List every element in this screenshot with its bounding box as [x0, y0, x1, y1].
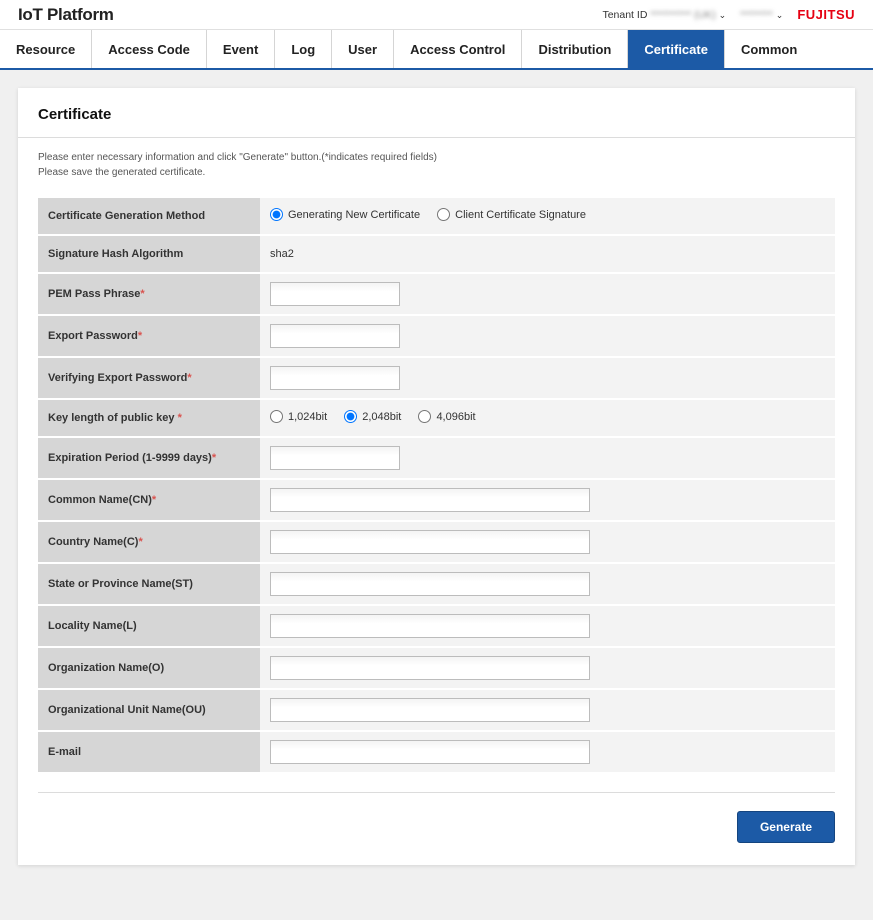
divider	[38, 792, 835, 793]
radio-key-4096[interactable]: 4,096bit	[418, 410, 475, 423]
tab-resource[interactable]: Resource	[0, 30, 92, 68]
label-l: Locality Name(L)	[38, 606, 260, 646]
radio-key-4096-input[interactable]	[418, 410, 431, 423]
tab-common[interactable]: Common	[725, 30, 813, 68]
tenant-value: ********** (UK)	[650, 9, 715, 21]
label-verify: Verifying Export Password	[48, 372, 187, 384]
main-tabs: Resource Access Code Event Log User Acce…	[0, 30, 873, 70]
app-logo: IoT Platform	[18, 5, 602, 25]
input-verify[interactable]	[270, 366, 400, 390]
chevron-down-icon: ⌄	[776, 10, 784, 20]
certificate-panel: Certificate Please enter necessary infor…	[18, 88, 855, 865]
input-st[interactable]	[270, 572, 590, 596]
value-hash: sha2	[260, 236, 835, 272]
radio-key-2048[interactable]: 2,048bit	[344, 410, 401, 423]
tab-event[interactable]: Event	[207, 30, 275, 68]
label-pem: PEM Pass Phrase	[48, 288, 140, 300]
label-o: Organization Name(O)	[38, 648, 260, 688]
label-email: E-mail	[38, 732, 260, 772]
input-ou[interactable]	[270, 698, 590, 722]
helper-text-1: Please enter necessary information and c…	[38, 150, 835, 165]
radio-method-new[interactable]: Generating New Certificate	[270, 208, 420, 221]
tab-certificate[interactable]: Certificate	[628, 30, 725, 68]
helper-text-2: Please save the generated certificate.	[38, 165, 835, 180]
input-expire[interactable]	[270, 446, 400, 470]
radio-key-1024[interactable]: 1,024bit	[270, 410, 327, 423]
label-ou: Organizational Unit Name(OU)	[38, 690, 260, 730]
chevron-down-icon: ⌄	[719, 10, 727, 20]
radio-key-1024-input[interactable]	[270, 410, 283, 423]
tab-access-control[interactable]: Access Control	[394, 30, 522, 68]
input-email[interactable]	[270, 740, 590, 764]
input-o[interactable]	[270, 656, 590, 680]
input-l[interactable]	[270, 614, 590, 638]
tab-access-code[interactable]: Access Code	[92, 30, 207, 68]
label-export: Export Password	[48, 330, 138, 342]
input-cn[interactable]	[270, 488, 590, 512]
radio-method-sig-input[interactable]	[437, 208, 450, 221]
brand-logo: FUJITSU	[797, 7, 855, 22]
radio-key-2048-input[interactable]	[344, 410, 357, 423]
input-export[interactable]	[270, 324, 400, 348]
label-method: Certificate Generation Method	[38, 198, 260, 234]
label-st: State or Province Name(ST)	[38, 564, 260, 604]
tenant-label: Tenant ID	[602, 9, 647, 21]
radio-method-new-input[interactable]	[270, 208, 283, 221]
tab-user[interactable]: User	[332, 30, 394, 68]
tenant-dropdown[interactable]: Tenant ID ********** (UK) ⌄	[602, 9, 726, 21]
generate-button[interactable]: Generate	[737, 811, 835, 843]
tab-log[interactable]: Log	[275, 30, 332, 68]
top-bar: IoT Platform Tenant ID ********** (UK) ⌄…	[0, 0, 873, 30]
input-pem[interactable]	[270, 282, 400, 306]
label-expire: Expiration Period (1-9999 days)	[48, 452, 212, 464]
label-keylen: Key length of public key	[48, 412, 178, 424]
user-dropdown[interactable]: ******** ⌄	[740, 9, 783, 21]
input-c[interactable]	[270, 530, 590, 554]
label-c: Country Name(C)	[48, 536, 138, 548]
radio-method-sig[interactable]: Client Certificate Signature	[437, 208, 586, 221]
user-value: ********	[740, 9, 773, 21]
tab-distribution[interactable]: Distribution	[522, 30, 628, 68]
label-hash: Signature Hash Algorithm	[38, 236, 260, 272]
label-cn: Common Name(CN)	[48, 494, 152, 506]
form-table: Certificate Generation Method Generating…	[38, 196, 835, 774]
page-title: Certificate	[18, 88, 855, 138]
